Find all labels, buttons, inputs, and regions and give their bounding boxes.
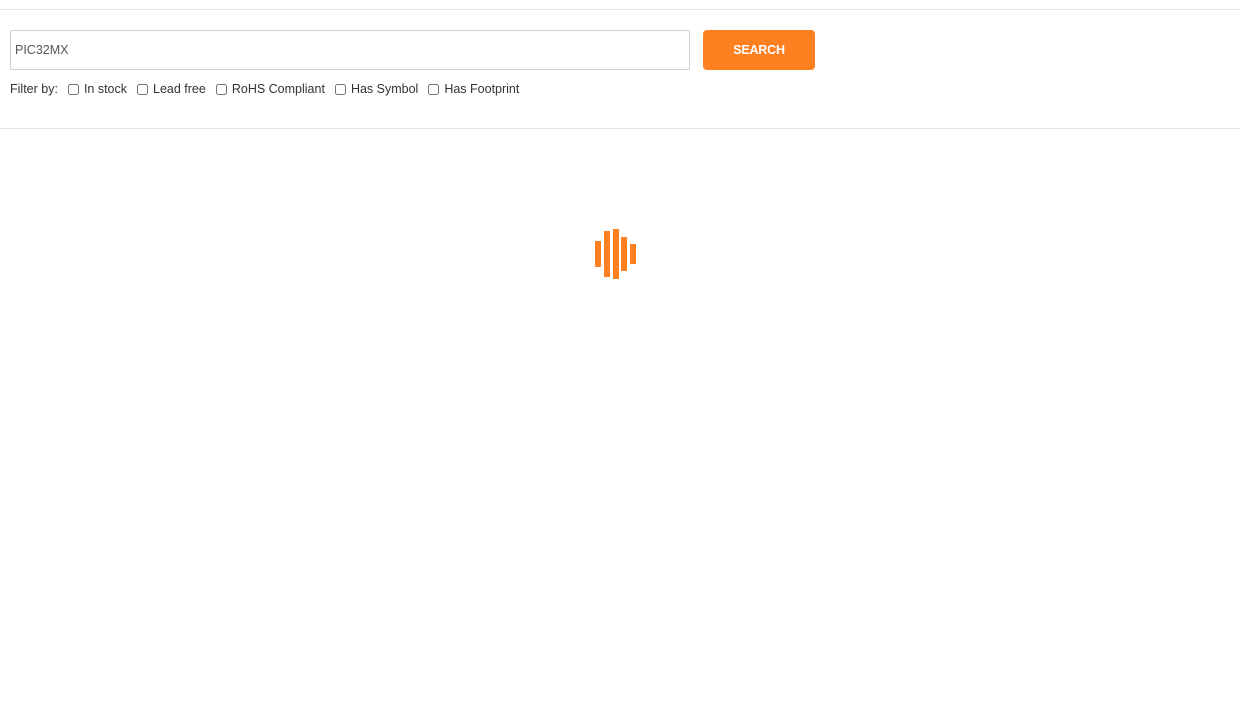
spinner-bar: [621, 237, 627, 271]
filter-option-label: Has Footprint: [444, 82, 520, 96]
has-footprint-checkbox[interactable]: [428, 83, 440, 95]
spinner-bar: [630, 244, 636, 264]
page: SEARCH Filter by: In stock Lead free RoH…: [0, 0, 1240, 709]
filter-has-symbol[interactable]: Has Symbol: [334, 82, 419, 96]
spinner-bar: [613, 229, 619, 279]
search-button[interactable]: SEARCH: [703, 30, 815, 70]
filter-option-label: In stock: [83, 82, 128, 96]
filter-bar: Filter by: In stock Lead free RoHS Compl…: [10, 80, 529, 98]
filter-option-label: Has Symbol: [350, 82, 419, 96]
search-input[interactable]: [10, 30, 690, 70]
lead-free-checkbox[interactable]: [137, 83, 149, 95]
results-divider: [0, 128, 1240, 129]
top-divider: [0, 9, 1240, 10]
filter-in-stock[interactable]: In stock: [67, 82, 128, 96]
loading-bars-icon: [594, 229, 638, 279]
has-symbol-checkbox[interactable]: [334, 83, 346, 95]
filter-option-label: Lead free: [153, 82, 206, 96]
filter-label: Filter by:: [10, 82, 58, 96]
spinner-bar: [595, 241, 601, 267]
filter-option-label: RoHS Compliant: [231, 82, 325, 96]
rohs-compliant-checkbox[interactable]: [215, 83, 227, 95]
filter-lead-free[interactable]: Lead free: [137, 82, 206, 96]
filter-rohs-compliant[interactable]: RoHS Compliant: [215, 82, 325, 96]
in-stock-checkbox[interactable]: [67, 83, 79, 95]
spinner-bar: [604, 231, 610, 277]
filter-has-footprint[interactable]: Has Footprint: [428, 82, 519, 96]
